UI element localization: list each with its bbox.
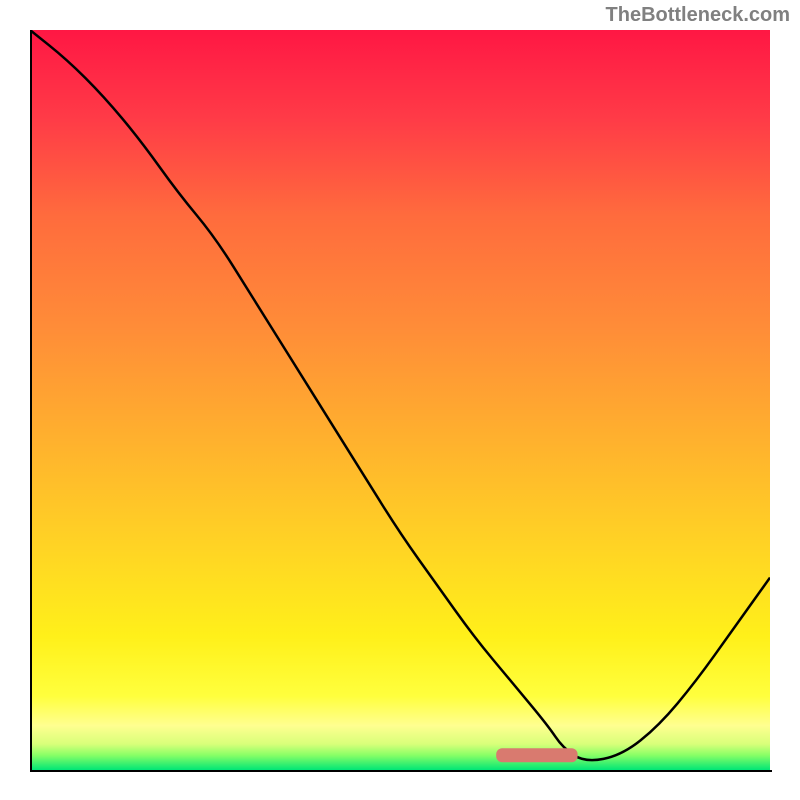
chart-axes <box>30 30 772 772</box>
watermark-text: TheBottleneck.com <box>606 4 790 27</box>
